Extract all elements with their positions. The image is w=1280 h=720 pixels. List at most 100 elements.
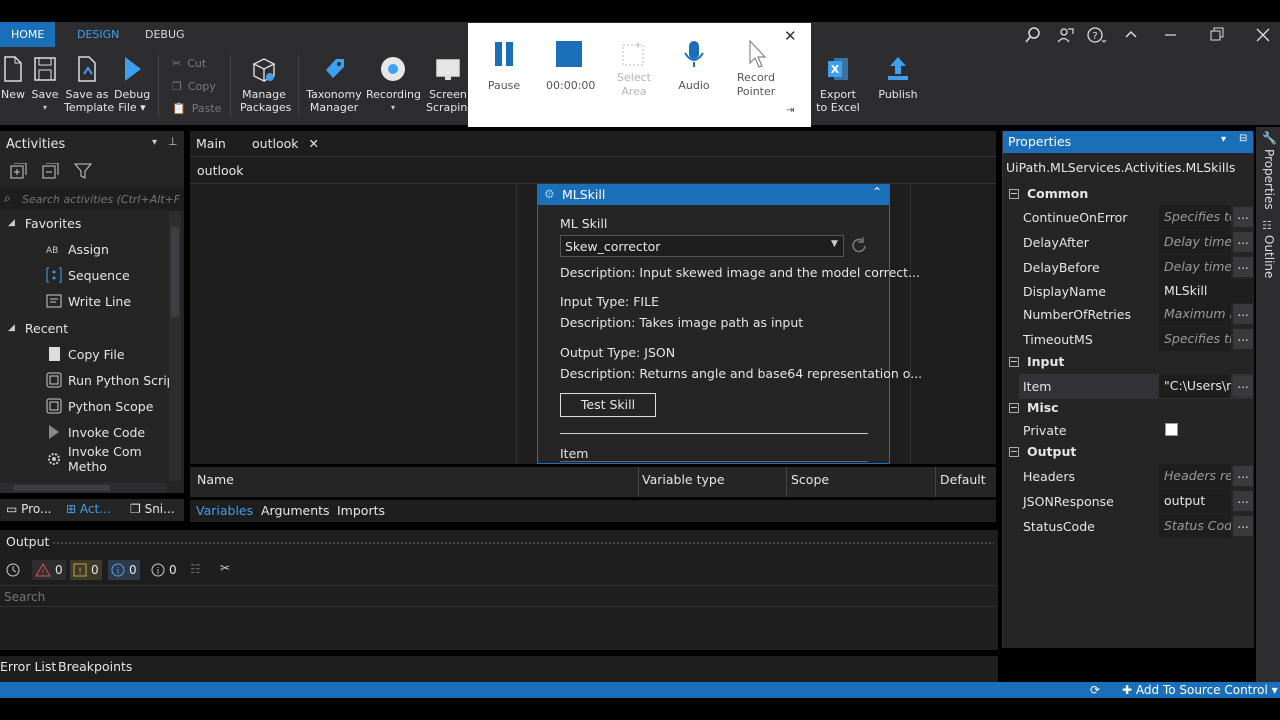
record-pointer-button[interactable]: Record Pointer [734, 37, 778, 99]
help-icon[interactable]: ? [1086, 26, 1107, 44]
warnings-filter[interactable]: ! 0 [70, 560, 102, 580]
drag-grip[interactable] [52, 541, 994, 545]
pin-icon[interactable]: ⇥ [786, 105, 794, 116]
category-output[interactable]: Output [1009, 441, 1076, 463]
taxonomy-manager-button[interactable]: Taxonomy Manager [306, 53, 362, 114]
tab-outline[interactable]: Outline [1260, 235, 1276, 278]
copy-button[interactable]: ❐ Copy [172, 80, 216, 93]
tab-activities[interactable]: ⊞ Act... [66, 502, 111, 516]
scroll-thumb[interactable] [171, 227, 179, 317]
publish-button[interactable]: Publish [874, 53, 922, 101]
sync-icon[interactable]: ⟳ [1090, 683, 1100, 697]
property-value[interactable]: Delay time [1159, 230, 1231, 254]
tab-imports[interactable]: Imports [337, 503, 385, 518]
activity-item-run-python-script[interactable]: Run Python Script [46, 368, 180, 392]
activity-item-invoke-code[interactable]: Invoke Code [46, 420, 145, 444]
errors-filter[interactable]: ! 0 [32, 560, 66, 580]
expand-all-icon[interactable] [10, 163, 28, 179]
cut-button[interactable]: ✂ Cut [172, 57, 206, 70]
activity-item-write-line[interactable]: Write Line [46, 289, 131, 313]
activity-item-invoke-com-method[interactable]: Invoke Com Metho [46, 444, 184, 474]
add-to-source-control[interactable]: ✚ Add To Source Control ▾ [1122, 683, 1278, 697]
breadcrumb[interactable]: outlook [197, 163, 243, 178]
save-as-template-button[interactable]: Save as Template [64, 53, 114, 114]
ml-skill-dropdown[interactable]: Skew_corrector ▼ [560, 235, 844, 257]
search-icon[interactable] [1024, 26, 1042, 44]
clear-icon[interactable]: ✂ [220, 561, 230, 575]
column-name[interactable]: Name [197, 472, 234, 487]
output-search-input[interactable] [4, 588, 404, 606]
ellipsis-button[interactable]: ... [1233, 257, 1253, 277]
feedback-icon[interactable] [1056, 26, 1074, 44]
tab-error-list[interactable]: Error List [0, 659, 56, 674]
pin-panel-icon[interactable]: ⊟ [1239, 133, 1247, 144]
ellipsis-button[interactable]: ... [1233, 329, 1253, 349]
pin-panel-icon[interactable]: ⊥ [168, 135, 178, 148]
vertical-scrollbar[interactable] [169, 211, 181, 481]
panel-menu-icon[interactable]: ▾ [1221, 134, 1226, 145]
private-checkbox[interactable] [1165, 423, 1178, 436]
close-window-icon[interactable] [1255, 26, 1273, 44]
mlskill-activity[interactable]: ⚙ MLSkill ⌃ ML Skill Skew_corrector ▼ De… [537, 184, 922, 464]
tab-breakpoints[interactable]: Breakpoints [58, 659, 132, 674]
tab-variables[interactable]: Variables [196, 503, 253, 518]
ellipsis-button[interactable]: ... [1233, 376, 1253, 396]
tab-home[interactable]: HOME [0, 22, 56, 47]
property-value[interactable]: Delay time [1159, 255, 1231, 279]
export-to-excel-button[interactable]: X Export to Excel [812, 53, 864, 114]
property-value[interactable]: Headers ret [1159, 464, 1231, 488]
recording-button[interactable]: Recording ▾ [366, 53, 421, 114]
tab-arguments[interactable]: Arguments [261, 503, 330, 518]
clock-icon[interactable] [5, 562, 21, 578]
property-value[interactable]: output [1159, 489, 1231, 513]
tab-properties[interactable]: Properties [1260, 149, 1276, 210]
panel-menu-icon[interactable]: ▾ [152, 137, 157, 148]
ellipsis-button[interactable]: ... [1233, 232, 1253, 252]
activity-header[interactable]: ⚙ MLSkill ⌃ [538, 185, 889, 205]
horizontal-scrollbar[interactable] [0, 483, 166, 493]
ellipsis-button[interactable]: ... [1233, 304, 1253, 324]
activity-item-copy-file[interactable]: Copy File [46, 342, 125, 366]
trace-filter[interactable]: i 0 [148, 560, 180, 580]
new-button[interactable]: New [0, 53, 26, 101]
search-activities-input[interactable] [22, 190, 180, 208]
ellipsis-button[interactable]: ... [1233, 466, 1253, 486]
tab-snippets[interactable]: ❐ Sni... [130, 502, 175, 516]
debug-file-button[interactable]: Debug File ▾ [114, 53, 150, 114]
outline-tab-icon[interactable]: ☷ [1262, 219, 1272, 232]
scroll-thumb[interactable] [14, 485, 110, 491]
collapse-ribbon-icon[interactable] [1124, 26, 1142, 44]
save-button[interactable]: Save ▾ [30, 53, 60, 114]
category-misc[interactable]: Misc [1009, 397, 1059, 419]
properties-tab-icon[interactable]: 🔧 [1262, 131, 1277, 145]
column-scope[interactable]: Scope [791, 472, 829, 487]
restore-icon[interactable] [1209, 26, 1227, 44]
refresh-icon[interactable] [850, 237, 868, 255]
pause-button[interactable]: Pause [486, 37, 522, 93]
favorites-group[interactable]: ◢ Favorites [8, 211, 81, 235]
screen-scraping-button[interactable]: Screen Scraping [426, 53, 474, 114]
property-value[interactable]: Specifies the [1159, 327, 1231, 351]
column-default[interactable]: Default [940, 472, 986, 487]
close-tab-icon[interactable]: ✕ [308, 136, 318, 151]
tab-design[interactable]: DESIGN [66, 22, 130, 47]
test-skill-button[interactable]: Test Skill [560, 393, 656, 417]
audio-button[interactable]: Audio [676, 37, 712, 93]
category-common[interactable]: Common [1009, 183, 1088, 205]
collapse-activity-icon[interactable]: ⌃ [872, 185, 882, 199]
activity-item-python-scope[interactable]: Python Scope [46, 394, 153, 418]
property-value[interactable]: Maximum r. [1159, 302, 1231, 326]
tab-main[interactable]: Main [196, 136, 226, 151]
ellipsis-button[interactable]: ... [1233, 491, 1253, 511]
column-variable-type[interactable]: Variable type [642, 472, 725, 487]
collapse-all-icon[interactable] [42, 163, 60, 179]
list-icon[interactable]: ☷ [190, 562, 201, 576]
output-search[interactable] [0, 585, 996, 607]
filter-icon[interactable] [74, 163, 92, 179]
stop-button[interactable]: 00:00:00 [546, 37, 595, 93]
paste-button[interactable]: 📋 Paste [172, 102, 221, 115]
close-recorder-icon[interactable]: ✕ [784, 27, 797, 45]
tab-debug[interactable]: DEBUG [134, 22, 196, 47]
tab-project[interactable]: ▭ Pro... [6, 502, 51, 516]
ellipsis-button[interactable]: ... [1233, 207, 1253, 227]
